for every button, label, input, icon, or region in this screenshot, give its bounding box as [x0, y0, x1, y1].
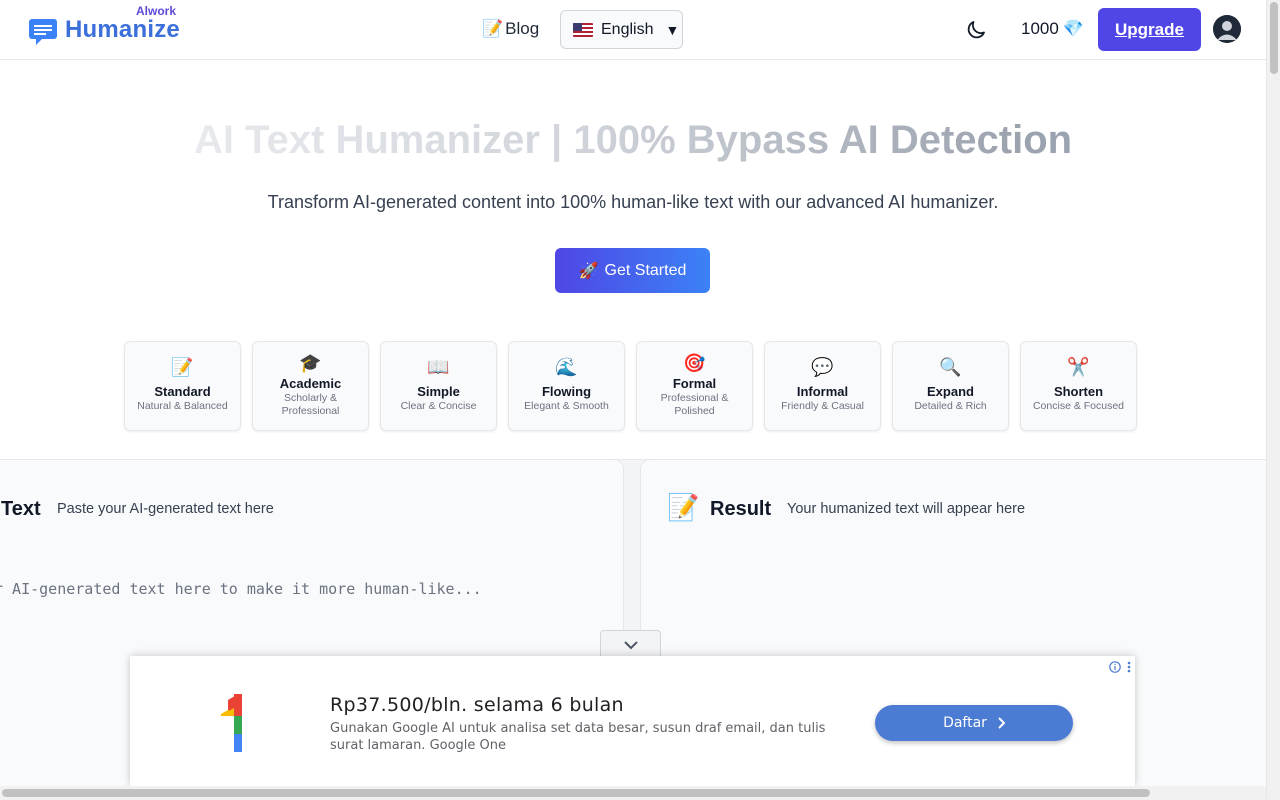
mode-description: Elegant & Smooth — [524, 400, 609, 412]
horizontal-scrollbar-thumb[interactable] — [2, 789, 1150, 797]
avatar[interactable] — [1213, 15, 1241, 43]
mode-description: Clear & Concise — [400, 400, 477, 412]
nav-blog-label: Blog — [505, 19, 540, 38]
more-vertical-icon[interactable] — [1127, 661, 1131, 673]
mode-flowing[interactable]: 🌊 Flowing Elegant & Smooth — [508, 341, 625, 431]
logo[interactable]: Alwork Humanize — [28, 4, 188, 50]
get-started-button[interactable]: 🚀 Get Started — [555, 248, 710, 293]
credits-balance: 1000 💎 — [1021, 19, 1084, 39]
open-book-icon: 📖 — [427, 357, 450, 377]
credits-count: 1000 — [1021, 19, 1059, 38]
google-one-logo-icon — [220, 694, 242, 752]
mode-description: Detailed & Rich — [914, 400, 987, 412]
us-flag-icon — [573, 22, 593, 37]
mode-name: Simple — [417, 384, 460, 399]
speech-bubble-icon: 💬 — [811, 357, 834, 377]
ad-signup-label: Daftar — [943, 715, 987, 731]
ad-body: Gunakan Google AI untuk analisa set data… — [330, 721, 826, 753]
mode-standard[interactable]: 📝 Standard Natural & Balanced — [124, 341, 241, 431]
rocket-icon: 🚀 — [578, 262, 599, 280]
mode-name: Formal — [672, 376, 717, 391]
mode-name: Expand — [927, 384, 974, 399]
input-panel-subtitle: Paste your AI-generated text here — [57, 501, 274, 517]
ad-banner[interactable]: Rp37.500/bln. selama 6 bulan Gunakan Goo… — [130, 656, 1135, 786]
mode-informal[interactable]: 💬 Informal Friendly & Casual — [764, 341, 881, 431]
get-started-label: Get Started — [604, 261, 687, 279]
mode-name: Shorten — [1053, 384, 1104, 399]
logo-brand-main: Humanize — [65, 16, 180, 43]
chat-icon — [29, 19, 57, 45]
mode-name: Academic — [279, 376, 342, 391]
target-icon: 🎯 — [683, 353, 706, 373]
memo-icon: 📝 — [667, 492, 700, 522]
mode-description: Professional & Polished — [660, 392, 729, 417]
result-panel-title: Result — [710, 498, 772, 520]
mode-description: Concise & Focused — [1032, 400, 1125, 412]
mode-name: Flowing — [541, 384, 592, 399]
diamond-icon: 💎 — [1062, 19, 1084, 38]
language-label: English — [601, 20, 654, 38]
memo-icon: 📝 — [482, 19, 504, 38]
scissors-icon: ✂️ — [1067, 357, 1090, 377]
vertical-scrollbar[interactable] — [1266, 0, 1280, 800]
mode-shorten[interactable]: ✂️ Shorten Concise & Focused — [1020, 341, 1137, 431]
result-panel-subtitle: Your humanized text will appear here — [787, 501, 1026, 517]
mode-expand[interactable]: 🔍 Expand Detailed & Rich — [892, 341, 1009, 431]
caret-down-icon: ▼ — [665, 21, 680, 38]
ad-headline: Rp37.500/bln. selama 6 bulan — [330, 694, 624, 716]
mode-formal[interactable]: 🎯 Formal Professional & Polished — [636, 341, 753, 431]
memo-icon: 📝 — [171, 357, 194, 377]
mode-description: Natural & Balanced — [137, 400, 228, 412]
nav-blog-link[interactable]: 📝 Blog — [482, 19, 539, 39]
user-icon — [1213, 15, 1241, 43]
ad-signup-button[interactable]: Daftar — [875, 705, 1073, 741]
mode-simple[interactable]: 📖 Simple Clear & Concise — [380, 341, 497, 431]
mode-name: Standard — [154, 384, 211, 399]
mode-name: Informal — [796, 384, 849, 399]
page-subtitle: Transform AI-generated content into 100%… — [267, 192, 999, 212]
magnifier-icon: 🔍 — [939, 357, 962, 377]
ad-controls — [1109, 661, 1131, 673]
input-textarea[interactable]: r AI-generated text here to make it more… — [0, 580, 482, 598]
moon-icon[interactable] — [964, 18, 988, 42]
chevron-right-icon — [998, 717, 1005, 729]
wave-icon: 🌊 — [555, 357, 578, 377]
graduation-cap-icon: 🎓 — [299, 353, 322, 373]
upgrade-button[interactable]: Upgrade — [1098, 8, 1201, 51]
collapse-ad-button[interactable] — [600, 630, 661, 658]
language-select[interactable]: English ▼ — [560, 10, 683, 49]
mode-description: Friendly & Casual — [781, 400, 864, 412]
mode-academic[interactable]: 🎓 Academic Scholarly & Professional — [252, 341, 369, 431]
chevron-down-icon — [623, 640, 638, 649]
mode-description: Scholarly & Professional — [281, 392, 340, 417]
mode-selector: 📝 Standard Natural & Balanced 🎓 Academic… — [124, 341, 1137, 431]
horizontal-scrollbar[interactable] — [0, 786, 1266, 800]
page-title: AI Text Humanizer | 100% Bypass AI Detec… — [0, 118, 1266, 163]
input-panel-title: Text — [1, 498, 41, 520]
info-icon[interactable] — [1109, 661, 1121, 673]
vertical-scrollbar-thumb[interactable] — [1270, 2, 1278, 74]
top-header: Alwork Humanize 📝 Blog English ▼ 1000 💎 … — [0, 0, 1266, 60]
